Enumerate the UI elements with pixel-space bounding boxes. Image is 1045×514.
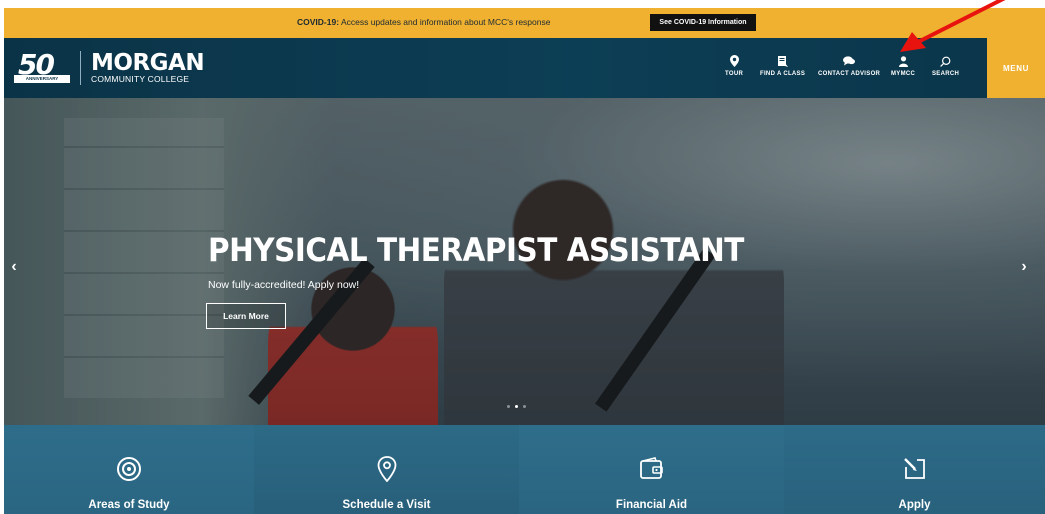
location-pin-icon [729,54,739,68]
nav-item-label: SEARCH [932,71,960,77]
book-icon [777,54,788,68]
college-logo[interactable]: 50 ANNIVERSARY MORGAN COMMUNITY COLLEGE [14,48,205,88]
nav-item-label: MYMCC [891,71,916,77]
hero-subtitle: Now fully-accredited! Apply now! [208,279,360,291]
quick-link-schedule-a-visit[interactable]: Schedule a Visit [254,425,519,514]
college-name-main: MORGAN [91,50,205,76]
quick-links: Areas of Study Schedule a Visit Financia… [4,425,1045,514]
carousel-prev-arrow-icon[interactable]: ‹ [4,258,24,276]
carousel-dot[interactable] [523,405,526,408]
quick-link-financial-aid[interactable]: Financial Aid [519,425,784,514]
quick-link-label: Apply [898,499,931,511]
covid-banner-label: COVID-19: [297,17,340,27]
edit-icon [902,455,928,483]
nav-item-contact-advisor[interactable]: CONTACT ADVISOR [818,54,880,77]
nav-item-label: TOUR [725,71,744,77]
college-name: MORGAN COMMUNITY COLLEGE [91,50,205,85]
hero-carousel: PHYSICAL THERAPIST ASSISTANT Now fully-a… [4,98,1045,425]
hero-title: PHYSICAL THERAPIST ASSISTANT [208,231,744,269]
wallet-icon [639,455,665,483]
chat-icon [843,54,856,68]
nav-item-find-a-class[interactable]: FIND A CLASS [760,54,805,77]
annotation-arrow-icon [900,0,1006,52]
covid-banner-text: COVID-19: Access updates and information… [297,17,550,27]
covid-info-button[interactable]: See COVID-19 Information [650,14,756,31]
nav-item-label: FIND A CLASS [760,71,806,77]
carousel-dots [507,405,526,408]
covid-banner-message: Access updates and information about MCC… [339,17,551,27]
quick-link-label: Schedule a Visit [342,499,431,511]
quick-link-label: Financial Aid [615,499,688,511]
anniversary-logo: 50 ANNIVERSARY [14,48,70,86]
nav-item-label: CONTACT ADVISOR [818,71,881,77]
quick-link-apply[interactable]: Apply [784,425,1045,514]
covid-banner: COVID-19: Access updates and information… [4,8,1045,38]
quick-link-areas-of-study[interactable]: Areas of Study [4,425,254,514]
carousel-dot[interactable] [515,405,518,408]
location-pin-icon [377,455,397,483]
learn-more-button[interactable]: Learn More [206,303,286,329]
logo-divider [80,51,81,85]
carousel-dot[interactable] [507,405,510,408]
target-icon [116,455,142,483]
anniversary-ribbon: ANNIVERSARY [14,75,70,83]
college-name-subtitle: COMMUNITY COLLEGE [91,74,190,84]
page: COVID-19: Access updates and information… [4,8,1045,514]
carousel-next-arrow-icon[interactable]: › [1014,258,1034,276]
site-header: 50 ANNIVERSARY MORGAN COMMUNITY COLLEGE … [4,38,1045,98]
quick-link-label: Areas of Study [88,499,170,511]
nav-item-tour[interactable]: TOUR [725,54,743,77]
